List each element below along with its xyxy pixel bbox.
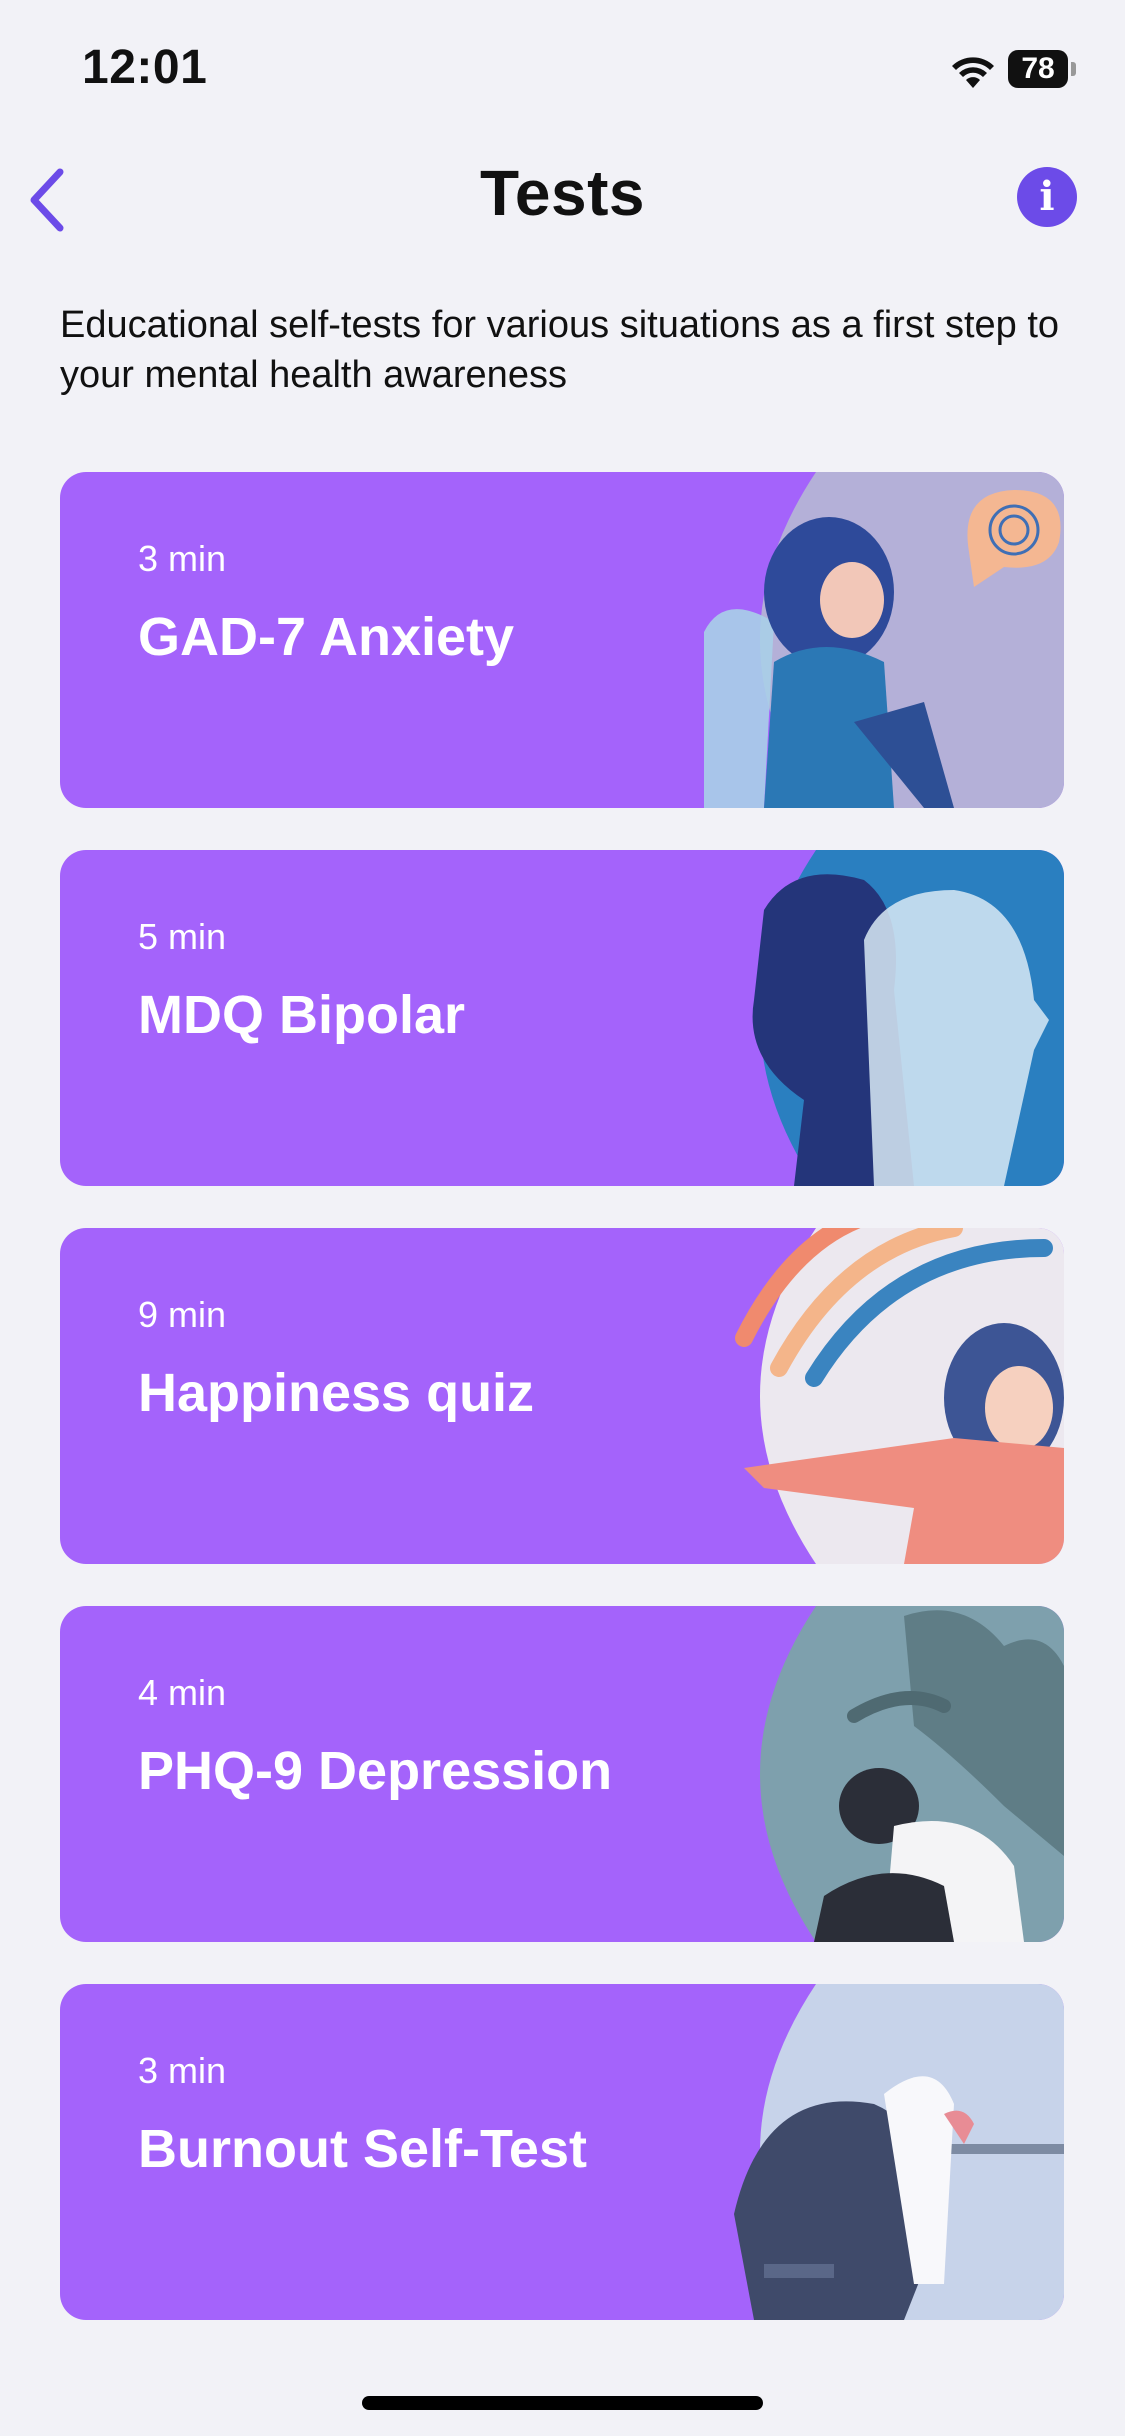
test-card-mdq-bipolar[interactable]: 5 min MDQ Bipolar	[60, 850, 1064, 1186]
nav-bar: Tests i	[0, 150, 1125, 250]
home-indicator	[362, 2396, 763, 2410]
status-bar: 12:01 78	[0, 0, 1125, 140]
test-title: MDQ Bipolar	[138, 985, 466, 1045]
info-icon: i	[1039, 173, 1055, 220]
page-description: Educational self-tests for various situa…	[60, 304, 1060, 396]
test-title: Happiness quiz	[138, 1363, 535, 1423]
anxiety-illustration	[704, 472, 1064, 808]
test-duration: 9 min	[138, 1294, 227, 1335]
bipolar-illustration	[752, 850, 1064, 1186]
battery-icon: 78	[1008, 50, 1076, 88]
test-title: GAD-7 Anxiety	[138, 607, 515, 667]
test-duration: 3 min	[138, 2050, 227, 2091]
test-card-gad7-anxiety[interactable]: 3 min GAD-7 Anxiety	[60, 472, 1064, 808]
test-duration: 3 min	[138, 538, 227, 579]
test-title: PHQ-9 Depression	[138, 1741, 613, 1801]
happiness-illustration	[735, 1228, 1064, 1564]
test-card-phq9-depression[interactable]: 4 min PHQ-9 Depression	[60, 1606, 1064, 1942]
test-title: Burnout Self-Test	[138, 2119, 587, 2179]
burnout-illustration	[734, 1984, 1064, 2320]
status-time: 12:01	[82, 41, 208, 94]
wifi-icon	[952, 57, 994, 88]
test-card-burnout-self-test[interactable]: 3 min Burnout Self-Test	[60, 1984, 1064, 2320]
page-title: Tests	[480, 157, 645, 229]
test-duration: 4 min	[138, 1672, 227, 1713]
battery-level: 78	[1021, 52, 1055, 85]
info-button[interactable]: i	[1017, 167, 1077, 227]
test-duration: 5 min	[138, 916, 227, 957]
test-card-happiness-quiz[interactable]: 9 min Happiness quiz	[60, 1228, 1064, 1564]
depression-illustration	[760, 1606, 1064, 1942]
